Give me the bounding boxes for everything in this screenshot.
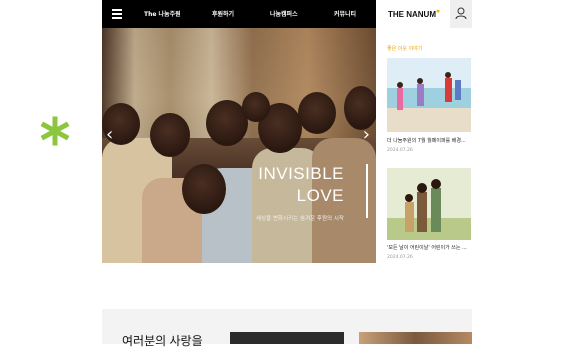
hero-title-line2: LOVE	[296, 186, 344, 205]
hero-banner: ‹ › INVISIBLE LOVE 세상을 변화시키는 숨겨운 후원의 시작	[102, 28, 376, 263]
thumbnail-image[interactable]	[230, 332, 344, 344]
hero-face	[242, 92, 270, 122]
user-icon	[455, 7, 467, 20]
hero-face	[298, 92, 336, 134]
card-image-beach[interactable]	[387, 58, 471, 132]
brand-dot: ●	[436, 8, 441, 15]
hero-face	[182, 164, 226, 214]
card-title[interactable]: 더 나눔주원의 7월 월페이퍼를 배경...	[387, 137, 471, 144]
section-heading: 여러분의 사랑을	[122, 334, 203, 348]
section-label: 좋은 이웃 이야기	[387, 46, 423, 52]
nav-link-campus[interactable]: 나눔캠퍼스	[270, 9, 298, 18]
carousel-prev-arrow[interactable]: ‹	[106, 124, 113, 145]
thumbnail-image[interactable]	[359, 332, 472, 344]
brand-logo[interactable]: THE NANUM●	[388, 8, 441, 19]
nav-link-community[interactable]: 커뮤니티	[334, 9, 356, 18]
card-date: 2024.07.26	[387, 255, 413, 260]
card-date: 2024.07.26	[387, 148, 413, 153]
bottom-section: 여러분의 사랑을	[102, 309, 472, 348]
brand-name: THE NANUM	[388, 10, 436, 19]
card-title[interactable]: '모든 날이 어린이날' 어린이가 쓰는 ...	[387, 244, 471, 251]
card-image-children[interactable]	[387, 168, 471, 240]
top-navigation: The 나눔주원 후원하기 나눔캠퍼스 커뮤니티	[102, 0, 376, 28]
hero-face	[344, 86, 376, 130]
nav-link-about[interactable]: The 나눔주원	[144, 9, 181, 18]
asterisk-icon	[40, 116, 70, 146]
carousel-next-arrow[interactable]: ›	[363, 124, 370, 145]
hero-subtitle: 세상을 변화시키는 숨겨운 후원의 시작	[256, 216, 344, 222]
hero-face	[150, 113, 190, 157]
hero-title-line1: INVISIBLE	[258, 164, 344, 183]
nav-link-donate[interactable]: 후원하기	[212, 9, 234, 18]
user-button[interactable]	[450, 0, 472, 28]
hero-divider	[366, 164, 368, 218]
hamburger-icon[interactable]	[112, 9, 122, 19]
side-panel: THE NANUM● 좋은 이웃 이야기 더 나눔주원의 7월 월페이퍼를 배경…	[376, 0, 472, 263]
